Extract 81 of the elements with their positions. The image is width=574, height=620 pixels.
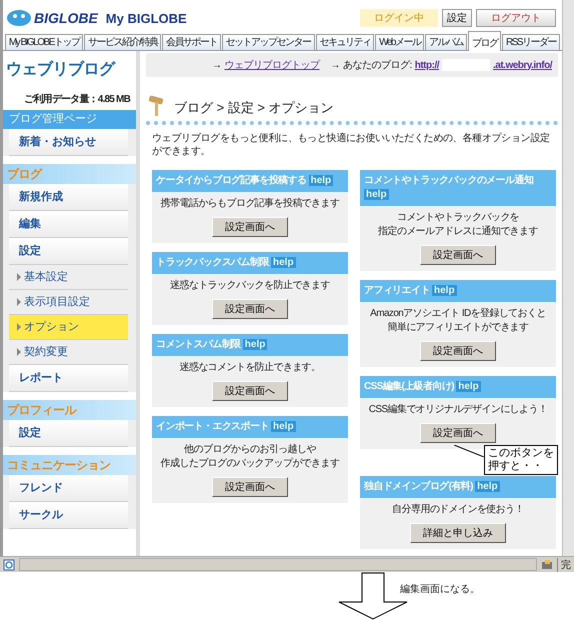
settings-screen-button[interactable]: 詳細と申し込み <box>410 523 506 543</box>
callout-text: このボタンを <box>488 447 554 460</box>
card-title: ケータイからブログ記事を投稿する <box>156 175 306 186</box>
logo-face-icon <box>7 9 31 27</box>
sidebar-subitem[interactable]: オプション <box>9 315 128 340</box>
sidebar-item[interactable]: レポート <box>9 365 128 392</box>
triangle-icon <box>17 323 21 331</box>
hammer-icon <box>148 95 166 117</box>
section-heading: コミュニケーション <box>3 455 136 475</box>
data-usage: ご利用データ量：4.85 MB <box>23 92 132 107</box>
logout-button[interactable]: ログアウト <box>476 9 556 27</box>
settings-screen-button[interactable]: 設定画面へ <box>212 217 288 237</box>
card-title: CSS編集(上級者向け) <box>364 381 454 392</box>
blog-top-link[interactable]: ウェブリブログトップ <box>224 58 320 72</box>
sidebar-item[interactable]: フレンド <box>9 475 128 502</box>
sidebar-item[interactable]: 新規作成 <box>9 184 128 211</box>
settings-screen-button[interactable]: 設定画面へ <box>420 341 496 361</box>
card-description: コメントやトラックバックを <box>396 211 520 225</box>
sidebar-item[interactable]: 編集 <box>9 211 128 238</box>
card-description: CSS編集でオリジナルデザインにしよう！ <box>368 403 548 417</box>
settings-screen-button[interactable]: 設定画面へ <box>212 477 288 497</box>
nav-tab[interactable]: 会員サポート <box>162 34 221 50</box>
logo: BIGLOBE <box>34 10 98 26</box>
subitem-label: 表示項目設定 <box>24 296 90 308</box>
nav-tab[interactable]: アルバム <box>425 34 467 50</box>
arrow-text: → <box>330 60 340 70</box>
intro-text: ウェブリブログをもっと便利に、もっと快適にお使いいただくための、各種オプション設定ができます。 <box>151 132 551 158</box>
card-title: インポート・エクスポート <box>156 421 269 432</box>
triangle-icon <box>17 348 21 356</box>
settings-screen-button[interactable]: 設定画面へ <box>212 299 288 319</box>
sidebar-item[interactable]: 設定 <box>9 238 128 265</box>
card-description: 迷惑なトラックバックを防止できます <box>170 279 330 293</box>
section-heading: プロフィール <box>3 400 136 420</box>
sidebar-item[interactable]: サークル <box>9 502 128 529</box>
status-text: 完 <box>557 558 571 572</box>
subitem-label: 契約変更 <box>24 346 68 358</box>
login-status: ログイン中 <box>360 9 438 27</box>
card-title: トラックバックスパム制限 <box>156 257 269 268</box>
card-description: 簡単にアフィリエイトができます <box>387 321 528 335</box>
card-description: 作成したブログのバックアップができます <box>160 457 340 471</box>
nav-tab[interactable]: サービス紹介/特典 <box>84 34 162 50</box>
brand-title: My BIGLOBE <box>106 10 187 26</box>
settings-screen-button[interactable]: 設定画面へ <box>420 423 496 443</box>
settings-screen-button[interactable]: 設定画面へ <box>420 245 496 265</box>
card-title: コメントやトラックバックのメール通知 <box>364 175 534 186</box>
sidebar-item[interactable]: 設定 <box>9 420 128 447</box>
card-description: 指定のメールアドレスに通知できます <box>378 225 538 239</box>
card-description: 自分専用のドメインを使おう！ <box>392 503 524 517</box>
section-heading: ブログ <box>3 164 136 184</box>
nav-tab[interactable]: セットアップセンター <box>222 34 315 50</box>
nav-tab[interactable]: Webメール <box>375 34 424 50</box>
breadcrumb: ブログ > 設定 > オプション <box>174 99 334 117</box>
card-title: コメントスパム制限 <box>156 339 241 350</box>
url-start-link[interactable]: http:// <box>414 60 439 70</box>
card-title: 独自ドメインブログ(有料) <box>364 481 473 492</box>
blog-logo: ウェブリブログ <box>5 59 116 80</box>
triangle-icon <box>17 298 21 306</box>
subitem-label: 基本設定 <box>24 271 68 283</box>
card-description: 迷惑なコメントを防止できます。 <box>179 361 320 375</box>
zone-icon <box>541 558 553 570</box>
subitem-label: オプション <box>24 321 79 333</box>
card-description: 他のブログからのお引っ越しや <box>184 443 316 457</box>
card-description: 携帯電話からもブログ記事を投稿できます <box>160 197 340 211</box>
nav-tab[interactable]: ブログ <box>468 31 502 51</box>
card-description: Amazonアソシエイト IDを登録しておくと <box>370 307 546 321</box>
annotation-text: 編集画面になる。 <box>400 583 480 596</box>
sidebar-item[interactable]: 新着・お知らせ <box>9 129 128 156</box>
triangle-icon <box>17 273 21 281</box>
nav-tab[interactable]: セキュリティ <box>316 34 374 50</box>
blog-label: あなたのブログ: <box>342 58 412 72</box>
page-icon <box>3 558 15 570</box>
settings-button[interactable]: 設定 <box>442 9 472 27</box>
scrollbar[interactable] <box>563 0 574 556</box>
arrow-text: → <box>212 60 222 70</box>
section-heading: ブログ管理ページ <box>3 110 136 129</box>
settings-screen-button[interactable]: 設定画面へ <box>212 381 288 401</box>
nav-tab[interactable]: RSSリーダー <box>502 34 560 50</box>
callout-text: 押すと・・ <box>488 460 544 473</box>
card-title: アフィリエイト <box>364 285 430 296</box>
nav-tab[interactable]: My BIGLOBEトップ <box>5 34 84 50</box>
url-end-link[interactable]: .at.webry.info/ <box>493 60 552 70</box>
